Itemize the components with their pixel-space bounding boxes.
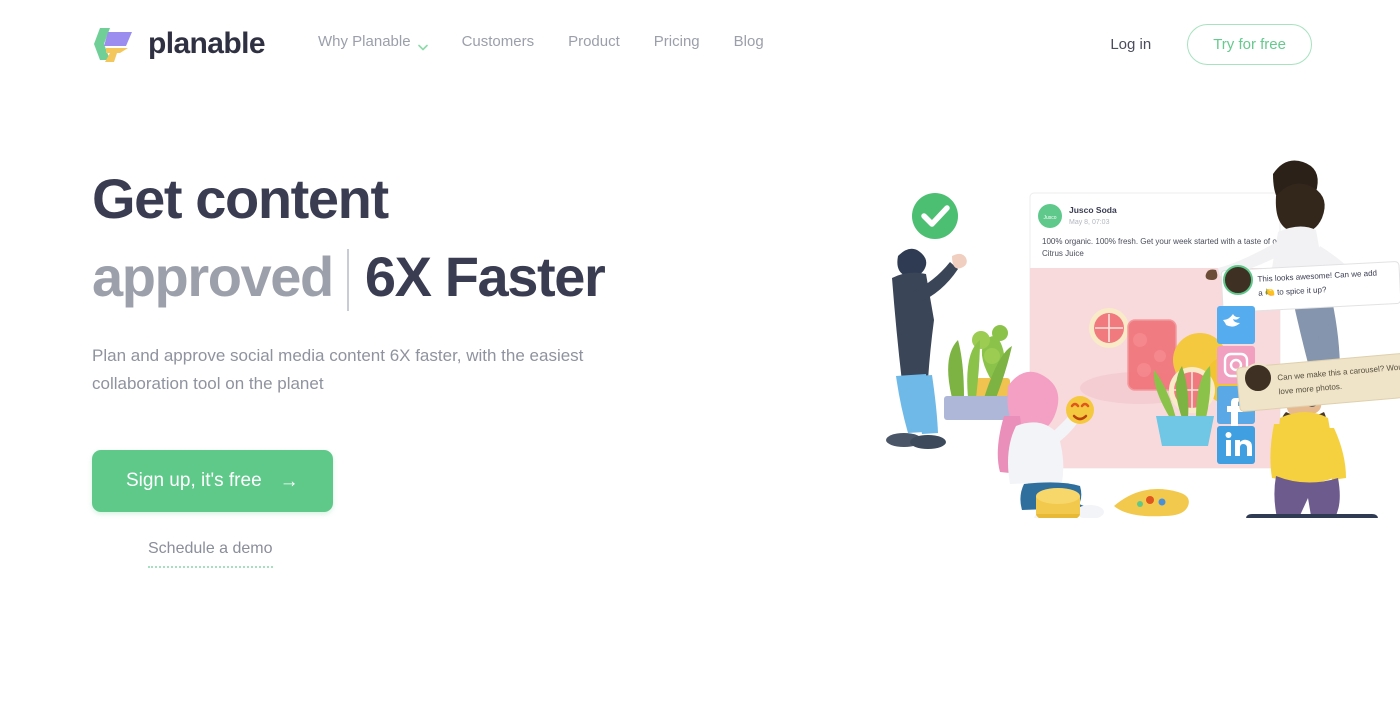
signup-button[interactable]: Sign up, it's free → — [92, 450, 333, 512]
landing-page: planable Why Planable Customers Product … — [0, 0, 1400, 701]
primary-nav: Why Planable Customers Product Pricing B… — [318, 33, 781, 51]
try-for-free-button[interactable]: Try for free — [1187, 24, 1312, 65]
schedule-demo-link[interactable]: Schedule a demo — [148, 540, 273, 568]
coin-stack — [1036, 488, 1080, 518]
hero-subtitle: Plan and approve social media content 6X… — [92, 346, 584, 393]
hero-copy: Get content approved 6X Faster Plan and … — [92, 160, 712, 568]
typing-caret — [346, 249, 349, 311]
post-timestamp: May 8, 07:03 — [1069, 219, 1110, 226]
post-body-line-2: Citrus Juice — [1042, 249, 1084, 258]
page-title: Get content approved 6X Faster — [92, 160, 712, 316]
nav-item-blog[interactable]: Blog — [717, 33, 781, 50]
arrow-right-icon: → — [279, 470, 299, 492]
login-link[interactable]: Log in — [1110, 36, 1151, 53]
green-check-circle-icon — [912, 193, 958, 239]
comment-bubble-1: This looks awesome! Can we add a 🍋 to sp… — [1220, 261, 1400, 313]
signup-button-label: Sign up, it's free — [126, 470, 262, 491]
headline-line-2: approved 6X Faster — [92, 238, 712, 316]
post-avatar-label: Jusco — [1043, 215, 1056, 221]
post-author: Jusco Soda — [1069, 205, 1117, 215]
nav-item-label: Pricing — [653, 33, 700, 50]
site-header: planable Why Planable Customers Product … — [0, 0, 1400, 88]
nav-item-why-planable[interactable]: Why Planable — [318, 33, 445, 51]
nav-item-label: Product — [568, 33, 620, 50]
brand-logo[interactable]: planable — [92, 22, 266, 66]
headline-typed-word: approved — [92, 245, 334, 308]
post-body-line-1: 100% organic. 100% fresh. Get your week … — [1042, 237, 1284, 246]
nav-item-label: Blog — [733, 33, 764, 50]
nav-item-product[interactable]: Product — [551, 33, 637, 50]
yellow-skateboard-deck — [1114, 489, 1189, 517]
headline-line-1: Get content — [92, 167, 389, 230]
chevron-down-icon — [417, 38, 428, 51]
nav-item-customers[interactable]: Customers — [445, 33, 552, 50]
planable-arrow-logo-icon — [92, 22, 136, 66]
nav-item-pricing[interactable]: Pricing — [637, 33, 717, 50]
nav-item-label: Why Planable — [318, 33, 411, 50]
nav-item-label: Customers — [461, 33, 535, 50]
schedule-demo-row: Schedule a demo — [92, 540, 712, 568]
header-actions: Log in Try for free — [1110, 24, 1312, 65]
brand-name: planable — [148, 27, 266, 60]
hero-illustration: Jusco Jusco Soda May 8, 07:03 100% organ… — [840, 128, 1400, 518]
hero-cta-row: Sign up, it's free → — [92, 450, 712, 512]
headline-line-2-rest: 6X Faster — [364, 245, 606, 308]
